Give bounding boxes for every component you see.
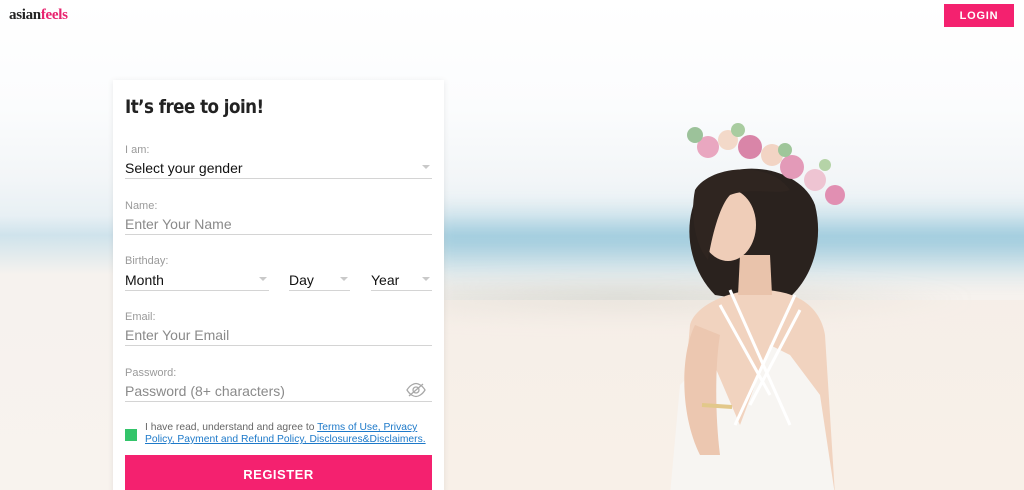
birthday-year-select[interactable]: Year (371, 269, 432, 291)
chevron-down-icon (422, 277, 430, 281)
gender-select[interactable]: Select your gender (125, 157, 432, 179)
gender-value: Select your gender (125, 159, 243, 176)
email-input[interactable]: Enter Your Email (125, 324, 432, 346)
logo-text-asian: asian (9, 7, 41, 23)
name-placeholder: Enter Your Name (125, 215, 232, 232)
birthday-month-value: Month (125, 271, 164, 288)
gender-label: I am: (125, 144, 150, 156)
terms-text: I have read, understand and agree to Ter… (145, 422, 435, 446)
email-label: Email: (125, 311, 156, 323)
chevron-down-icon (340, 277, 348, 281)
woman-photo (670, 123, 845, 490)
chevron-down-icon (259, 277, 267, 281)
logo[interactable]: asianfeels (9, 7, 68, 24)
registration-card: It’s free to join! I am: Select your gen… (113, 80, 444, 490)
password-input[interactable]: Password (8+ characters) (125, 380, 432, 402)
birthday-label: Birthday: (125, 255, 169, 267)
birthday-year-value: Year (371, 271, 400, 288)
name-input[interactable]: Enter Your Name (125, 213, 432, 235)
terms-row: I have read, understand and agree to Ter… (125, 422, 435, 446)
password-placeholder: Password (8+ characters) (125, 382, 285, 399)
birthday-day-value: Day (289, 271, 314, 288)
birthday-month-select[interactable]: Month (125, 269, 269, 291)
eye-slash-icon[interactable] (406, 382, 426, 398)
terms-prefix: I have read, understand and agree to (145, 422, 318, 433)
login-button[interactable]: LOGIN (944, 4, 1014, 27)
terms-checkbox[interactable] (125, 429, 137, 441)
chevron-down-icon (422, 165, 430, 169)
form-title: It’s free to join! (125, 96, 264, 118)
birthday-day-select[interactable]: Day (289, 269, 350, 291)
logo-text-feels: feels (40, 7, 68, 23)
email-placeholder: Enter Your Email (125, 326, 230, 343)
password-label: Password: (125, 367, 177, 379)
register-button[interactable]: REGISTER (125, 455, 432, 490)
name-label: Name: (125, 200, 158, 212)
